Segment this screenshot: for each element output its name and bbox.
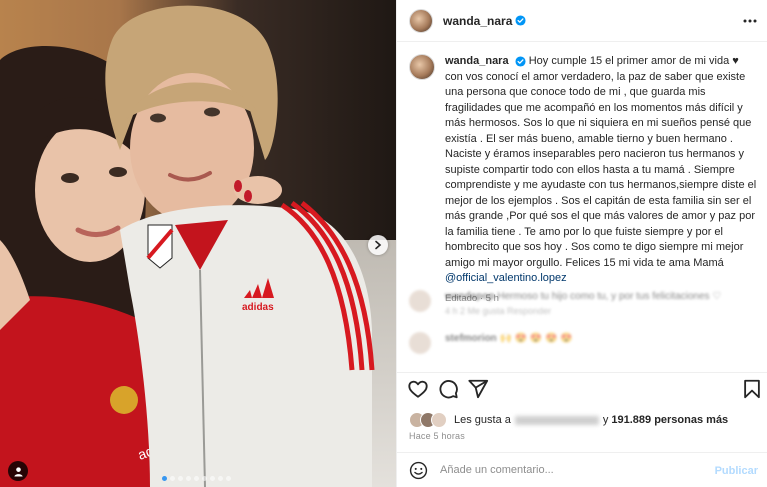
post-header: wanda_nara (397, 0, 767, 42)
heart-icon (408, 380, 428, 398)
bookmark-icon (744, 379, 760, 399)
carousel-dot (186, 476, 191, 481)
carousel-dot (170, 476, 175, 481)
like-button[interactable] (407, 378, 429, 400)
verified-badge-icon (515, 56, 526, 67)
carousel-dot (194, 476, 199, 481)
caption-text: wanda_nara Hoy cumple 15 el primer amor … (445, 54, 759, 306)
comment-item: wandapop Hermoso tu hijo como tu, y por … (409, 290, 759, 318)
carousel-dot (210, 476, 215, 481)
post-photo[interactable]: adidas adidas (0, 0, 396, 487)
carousel-dot (226, 476, 231, 481)
comment-button[interactable] (437, 378, 459, 400)
carousel-dot (162, 476, 167, 481)
caption-mention-link[interactable]: @official_valentino.lopez (445, 272, 567, 284)
carousel-dot (178, 476, 183, 481)
photo-people-illustration: adidas adidas (0, 5, 375, 487)
comment-input[interactable] (440, 464, 700, 476)
commenter-username[interactable]: stefmorion (445, 333, 497, 344)
add-comment-bar: Publicar (397, 452, 767, 487)
likes-connector: y (602, 414, 609, 426)
save-button[interactable] (741, 378, 763, 400)
comments-list: wandapop Hermoso tu hijo como tu, y por … (409, 290, 759, 370)
actions-divider (397, 372, 767, 373)
post-actions-bar (397, 378, 767, 402)
tagged-users-button[interactable] (8, 461, 28, 481)
commenter-avatar[interactable] (409, 290, 431, 312)
post-side-panel: wanda_nara wanda_nara Hoy cumple 15 el p… (396, 0, 767, 487)
verified-badge-icon (515, 15, 526, 26)
likers-avatars (409, 412, 447, 428)
post-timestamp[interactable]: Hace 5 horas (409, 431, 465, 441)
comment-icon (439, 380, 458, 399)
comment-text: Hermoso tu hijo como tu, y por tus felic… (497, 291, 722, 302)
carousel-dot (202, 476, 207, 481)
comment-meta: 4 h 2 Me gusta Responder (445, 306, 552, 316)
svg-text:adidas: adidas (242, 302, 274, 313)
likes-count[interactable]: 191.889 personas más (611, 414, 728, 426)
likes-summary[interactable]: Les gusta a y 191.889 personas más (409, 412, 728, 428)
share-button[interactable] (467, 378, 489, 400)
commenter-avatar[interactable] (409, 332, 431, 354)
chevron-right-icon (375, 240, 382, 250)
comment-content: stefmorion 🙌 😍 😍 😍 😍 (445, 332, 573, 354)
caption-username[interactable]: wanda_nara (445, 55, 509, 67)
comment-item: stefmorion 🙌 😍 😍 😍 😍 (409, 332, 759, 354)
user-tag-icon (13, 466, 23, 477)
share-icon (468, 379, 489, 399)
publish-button[interactable]: Publicar (715, 465, 758, 477)
more-horizontal-icon[interactable] (742, 13, 758, 29)
comment-content: wandapop Hermoso tu hijo como tu, y por … (445, 290, 721, 318)
caption-author-avatar[interactable] (409, 54, 435, 80)
liker-username-blurred[interactable] (514, 415, 599, 425)
likes-prefix: Les gusta a (454, 414, 511, 426)
commenter-username[interactable]: wandapop (445, 291, 494, 302)
caption-body: Hoy cumple 15 el primer amor de mi vida … (445, 55, 757, 269)
carousel-indicator (162, 476, 231, 481)
carousel-next-button[interactable] (368, 235, 388, 255)
carousel-dot (218, 476, 223, 481)
author-username[interactable]: wanda_nara (443, 14, 512, 28)
emoji-icon[interactable] (409, 461, 428, 480)
author-avatar[interactable] (409, 8, 433, 33)
comment-text: 🙌 😍 😍 😍 😍 (499, 333, 573, 344)
